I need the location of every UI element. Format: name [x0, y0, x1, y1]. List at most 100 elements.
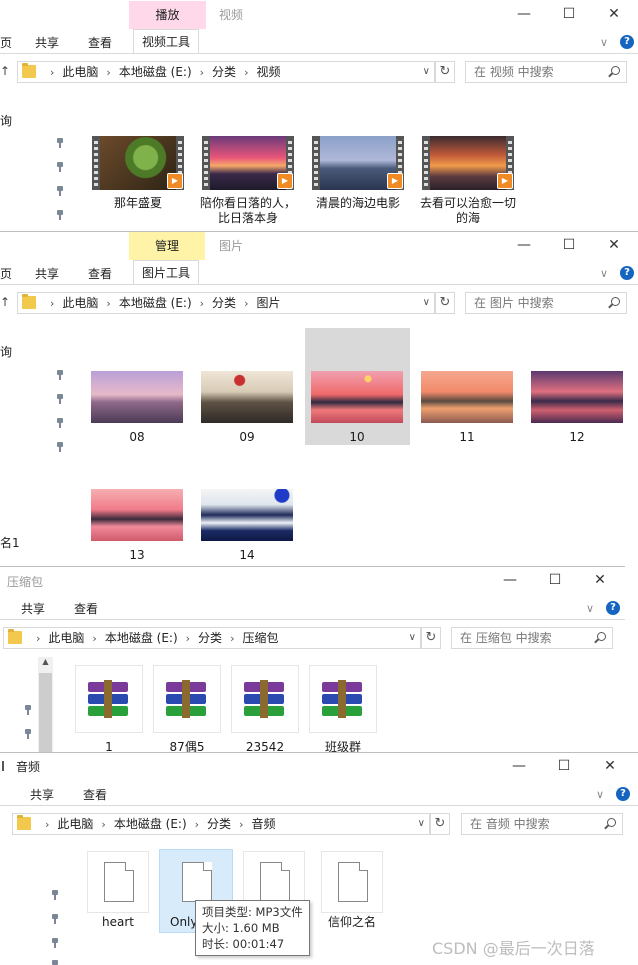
crumb-category[interactable]: 分类 — [212, 296, 236, 310]
chevron-down-icon[interactable]: ∨ — [423, 293, 430, 313]
pin-icon[interactable] — [24, 705, 32, 715]
minimize-button[interactable]: — — [497, 754, 541, 778]
image-item[interactable]: 10 — [309, 371, 405, 445]
crumb-folder[interactable]: 压缩包 — [242, 631, 278, 645]
address-bar[interactable]: › 此电脑 › 本地磁盘 (E:) › 分类 › 图片 ∨ — [17, 292, 435, 314]
image-item[interactable]: 13 — [89, 489, 185, 563]
tab-partial[interactable]: 页 — [0, 265, 12, 282]
image-item[interactable]: 12 — [529, 371, 625, 445]
close-button[interactable]: ✕ — [592, 233, 636, 257]
crumb-pc[interactable]: 此电脑 — [57, 817, 93, 831]
crumb-folder[interactable]: 视频 — [256, 65, 280, 79]
scrollbar-thumb[interactable] — [39, 673, 52, 755]
pin-icon[interactable] — [56, 162, 64, 172]
tab-view[interactable]: 查看 — [88, 34, 112, 51]
tab-share[interactable]: 共享 — [21, 600, 45, 617]
archive-item[interactable]: 班级群 — [309, 665, 377, 755]
maximize-button[interactable]: ☐ — [542, 754, 586, 778]
tab-manage-context[interactable]: 管理 — [129, 232, 205, 260]
help-icon[interactable]: ? — [620, 266, 634, 280]
pin-icon[interactable] — [56, 394, 64, 404]
crumb-pc[interactable]: 此电脑 — [48, 631, 84, 645]
help-icon[interactable]: ? — [606, 601, 620, 615]
tab-picture-tools[interactable]: 图片工具 — [133, 260, 200, 285]
crumb-disk[interactable]: 本地磁盘 (E:) — [119, 65, 192, 79]
search-input[interactable]: 在 视频 中搜索 — [465, 61, 627, 83]
audio-item[interactable]: heart — [86, 851, 150, 930]
crumb-pc[interactable]: 此电脑 — [62, 65, 98, 79]
maximize-button[interactable]: ☐ — [547, 2, 591, 26]
address-bar[interactable]: › 此电脑 › 本地磁盘 (E:) › 分类 › 压缩包 ∨ — [3, 627, 421, 649]
chevron-down-icon[interactable]: ∨ — [423, 62, 430, 82]
scroll-up-arrow-icon[interactable]: ▲ — [38, 657, 53, 666]
nav-item-partial[interactable]: 名1 — [0, 534, 20, 551]
address-bar[interactable]: › 此电脑 › 本地磁盘 (E:) › 分类 › 音频 ∨ — [12, 813, 430, 835]
archive-item[interactable]: 87偶5 — [153, 665, 221, 755]
tab-partial[interactable]: 页 — [0, 34, 12, 51]
tab-share[interactable]: 共享 — [35, 34, 59, 51]
tab-share[interactable]: 共享 — [35, 265, 59, 282]
pin-icon[interactable] — [51, 890, 59, 900]
refresh-button[interactable]: ↻ — [435, 292, 455, 314]
crumb-folder[interactable]: 音频 — [251, 817, 275, 831]
up-arrow-icon[interactable]: ↑ — [0, 64, 10, 78]
tab-video-tools[interactable]: 视频工具 — [133, 29, 200, 54]
tab-view[interactable]: 查看 — [88, 265, 112, 282]
search-input[interactable]: 在 压缩包 中搜索 — [451, 627, 613, 649]
chevron-down-icon[interactable]: ∨ — [600, 267, 608, 280]
search-input[interactable]: 在 图片 中搜索 — [465, 292, 627, 314]
tab-view[interactable]: 查看 — [74, 600, 98, 617]
crumb-category[interactable]: 分类 — [198, 631, 222, 645]
maximize-button[interactable]: ☐ — [533, 568, 577, 592]
close-button[interactable]: ✕ — [578, 568, 622, 592]
image-item[interactable]: 14 — [199, 489, 295, 563]
pin-icon[interactable] — [24, 729, 32, 739]
archive-item[interactable]: 1 — [75, 665, 143, 755]
video-item[interactable]: ▶ 那年盛夏 — [90, 136, 186, 211]
help-icon[interactable]: ? — [616, 787, 630, 801]
pin-icon[interactable] — [56, 138, 64, 148]
video-item[interactable]: ▶ 陪你看日落的人，比日落本身 — [198, 136, 298, 226]
chevron-down-icon[interactable]: ∨ — [586, 602, 594, 615]
minimize-button[interactable]: — — [502, 233, 546, 257]
pin-icon[interactable] — [51, 938, 59, 948]
tab-view[interactable]: 查看 — [83, 786, 107, 803]
help-icon[interactable]: ? — [620, 35, 634, 49]
maximize-button[interactable]: ☐ — [547, 233, 591, 257]
crumb-category[interactable]: 分类 — [212, 65, 236, 79]
minimize-button[interactable]: — — [488, 568, 532, 592]
chevron-down-icon[interactable]: ∨ — [596, 788, 604, 801]
pin-icon[interactable] — [56, 370, 64, 380]
crumb-disk[interactable]: 本地磁盘 (E:) — [114, 817, 187, 831]
search-input[interactable]: 在 音频 中搜索 — [461, 813, 623, 835]
refresh-button[interactable]: ↻ — [421, 627, 441, 649]
pin-icon[interactable] — [51, 914, 59, 924]
crumb-category[interactable]: 分类 — [207, 817, 231, 831]
chevron-down-icon[interactable]: ∨ — [600, 36, 608, 49]
refresh-button[interactable]: ↻ — [435, 61, 455, 83]
nav-item-partial[interactable]: 询 — [0, 112, 12, 129]
up-arrow-icon[interactable]: ↑ — [0, 295, 10, 309]
nav-item-partial[interactable]: 询 — [0, 343, 12, 360]
minimize-button[interactable]: — — [502, 2, 546, 26]
chevron-down-icon[interactable]: ∨ — [418, 814, 425, 834]
image-item[interactable]: 09 — [199, 371, 295, 445]
audio-item[interactable]: 信仰之名 — [320, 851, 384, 930]
nav-scrollbar[interactable]: ▲ — [38, 657, 53, 755]
refresh-button[interactable]: ↻ — [430, 813, 450, 835]
pin-icon[interactable] — [56, 418, 64, 428]
pin-icon[interactable] — [56, 210, 64, 220]
pin-icon[interactable] — [56, 442, 64, 452]
image-item[interactable]: 08 — [89, 371, 185, 445]
video-item[interactable]: ▶ 清晨的海边电影 — [310, 136, 406, 211]
address-bar[interactable]: › 此电脑 › 本地磁盘 (E:) › 分类 › 视频 ∨ — [17, 61, 435, 83]
crumb-pc[interactable]: 此电脑 — [62, 296, 98, 310]
image-item[interactable]: 11 — [419, 371, 515, 445]
crumb-folder[interactable]: 图片 — [256, 296, 280, 310]
crumb-disk[interactable]: 本地磁盘 (E:) — [105, 631, 178, 645]
chevron-down-icon[interactable]: ∨ — [409, 628, 416, 648]
tab-share[interactable]: 共享 — [30, 786, 54, 803]
archive-item[interactable]: 23542 — [231, 665, 299, 755]
pin-icon[interactable] — [51, 960, 59, 965]
close-button[interactable]: ✕ — [592, 2, 636, 26]
